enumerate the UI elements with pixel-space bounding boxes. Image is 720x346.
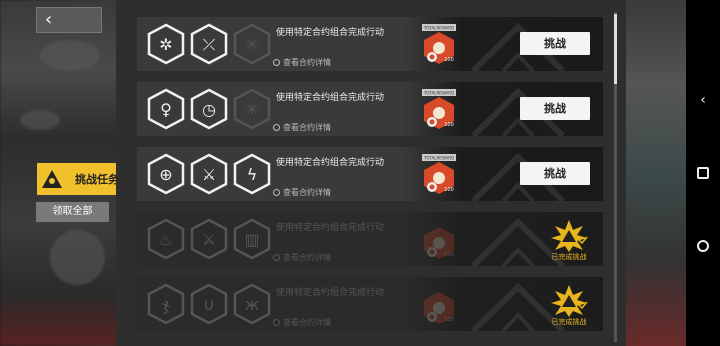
svg-text:100: 100 <box>444 317 454 323</box>
svg-text:▥: ▥ <box>244 230 259 249</box>
system-nav-bar: ‹ <box>686 0 720 346</box>
detail-label: 查看合约详情 <box>283 318 331 327</box>
search-icon <box>273 59 280 66</box>
snowflake-faded-icon[interactable]: ✳ <box>233 88 271 130</box>
challenge-button[interactable]: 挑战 <box>520 162 590 185</box>
mission-title: 使用特定合约组合完成行动 <box>276 223 385 233</box>
svg-text:100: 100 <box>444 187 454 193</box>
svg-text:⤫: ⤫ <box>203 35 216 54</box>
background-right <box>626 0 686 346</box>
svg-text:✳: ✳ <box>245 100 258 119</box>
svg-text:⚔: ⚔ <box>202 230 216 249</box>
search-icon <box>273 189 280 196</box>
mission-title: 使用特定合约组合完成行动 <box>276 158 385 168</box>
gold-emblem-icon <box>551 220 588 252</box>
tab-label: 挑战任务 <box>75 173 119 186</box>
search-icon <box>273 319 280 326</box>
snowflake-faded-icon[interactable]: ✳ <box>233 23 271 65</box>
reward-badge-icon: TOTALREWARD 100 <box>422 24 456 64</box>
snowflake-crest-icon[interactable]: ✲ <box>147 23 185 65</box>
completed-challenge-mark: 已完成挑战 <box>549 218 589 262</box>
svg-text:TOTALREWARD: TOTALREWARD <box>423 26 454 31</box>
figure-in-circle-icon[interactable]: ♀ <box>147 88 185 130</box>
mission-card: ♀ ◷ ✳ 使用特定合约组合完成行动查看合约详情 TOTALREWARD 100 挑… <box>137 82 603 136</box>
detail-label: 查看合约详情 <box>283 188 331 197</box>
mission-card: ♨ ⚔ ▥ 使用特定合约组合完成行动查看合约详情 100 已完成挑战 <box>137 212 603 266</box>
game-screen: ‹ ‹ 挑战任务 领取全部 ✲ ⤫ ✳ 使用特定合约组合完成行动 查看合约详情 TO… <box>0 0 720 346</box>
target-arrows-icon[interactable]: ⊕ <box>147 153 185 195</box>
svg-text:100: 100 <box>444 57 454 63</box>
squid-icon[interactable]: ჯ <box>147 283 185 325</box>
completed-label: 已完成挑战 <box>551 318 587 326</box>
detail-label: 查看合约详情 <box>283 123 331 132</box>
detail-label: 查看合约详情 <box>283 253 331 262</box>
svg-text:TOTALREWARD: TOTALREWARD <box>423 91 454 96</box>
magnet-plus-icon[interactable]: ∪ <box>190 283 228 325</box>
gold-emblem-icon <box>551 285 588 317</box>
detail-label: 查看合约详情 <box>283 58 331 67</box>
mission-title: 使用特定合约组合完成行动 <box>276 93 385 103</box>
fire-icon[interactable]: ♨ <box>147 218 185 260</box>
svg-text:100: 100 <box>444 122 454 128</box>
challenge-button[interactable]: 挑战 <box>520 32 590 55</box>
svg-text:✳: ✳ <box>245 35 258 54</box>
crossed-swords-icon[interactable]: ⚔ <box>190 218 228 260</box>
svg-text:♨: ♨ <box>159 230 173 249</box>
svg-text:∪: ∪ <box>203 295 215 314</box>
svg-text:ჯ: ჯ <box>162 295 170 314</box>
svg-text:♀: ♀ <box>160 100 172 119</box>
completed-label: 已完成挑战 <box>551 253 587 261</box>
mission-title: 使用特定合约组合完成行动 <box>276 28 385 38</box>
mission-card: ჯ ∪ ж 使用特定合约组合完成行动查看合约详情 100 已完成挑战 <box>137 277 603 331</box>
svg-text:⚔: ⚔ <box>202 165 216 184</box>
search-icon <box>273 254 280 261</box>
view-contract-details-link[interactable]: 查看合约详情 <box>273 317 331 328</box>
back-button[interactable]: ‹ <box>36 7 102 33</box>
svg-text:✲: ✲ <box>159 35 172 54</box>
view-contract-details-link[interactable]: 查看合约详情 <box>273 57 331 68</box>
claim-all-button[interactable]: 领取全部 <box>36 202 109 222</box>
clock-target-icon[interactable]: ◷ <box>190 88 228 130</box>
completed-challenge-mark: 已完成挑战 <box>549 283 589 327</box>
svg-text:100: 100 <box>444 252 454 258</box>
reward-badge-icon: TOTALREWARD 100 <box>422 154 456 194</box>
svg-text:⊕: ⊕ <box>159 165 172 184</box>
view-contract-details-link[interactable]: 查看合约详情 <box>273 187 331 198</box>
system-recent-icon[interactable] <box>697 240 709 252</box>
crossed-arrows-icon[interactable]: ⤫ <box>190 23 228 65</box>
view-contract-details-link[interactable]: 查看合约详情 <box>273 122 331 133</box>
creature-icon[interactable]: ж <box>233 283 271 325</box>
mission-card: ⊕ ⚔ ϟ 使用特定合约组合完成行动查看合约详情 TOTALREWARD 100 挑… <box>137 147 603 201</box>
reward-badge-icon: TOTALREWARD 100 <box>422 89 456 129</box>
reward-badge-icon: 100 <box>424 227 454 259</box>
lightning-icon[interactable]: ϟ <box>233 153 271 195</box>
system-back-icon[interactable]: ‹ <box>686 92 720 108</box>
svg-text:ж: ж <box>245 295 259 314</box>
search-icon <box>273 124 280 131</box>
crossed-swords-icon[interactable]: ⚔ <box>190 153 228 195</box>
back-icon: ‹ <box>45 9 53 30</box>
view-contract-details-link[interactable]: 查看合约详情 <box>273 252 331 263</box>
fence-icon[interactable]: ▥ <box>233 218 271 260</box>
svg-text:◷: ◷ <box>202 100 216 119</box>
reward-badge-icon: 100 <box>424 292 454 324</box>
mission-title: 使用特定合约组合完成行动 <box>276 288 385 298</box>
system-home-icon[interactable] <box>697 167 709 179</box>
challenge-button[interactable]: 挑战 <box>520 97 590 120</box>
warning-triangle-icon <box>42 170 62 188</box>
svg-text:TOTALREWARD: TOTALREWARD <box>423 156 454 161</box>
scrollbar-thumb[interactable] <box>614 14 617 84</box>
mission-card: ✲ ⤫ ✳ 使用特定合约组合完成行动查看合约详情 TOTALREWARD 100 挑… <box>137 17 603 71</box>
svg-text:ϟ: ϟ <box>247 165 258 184</box>
